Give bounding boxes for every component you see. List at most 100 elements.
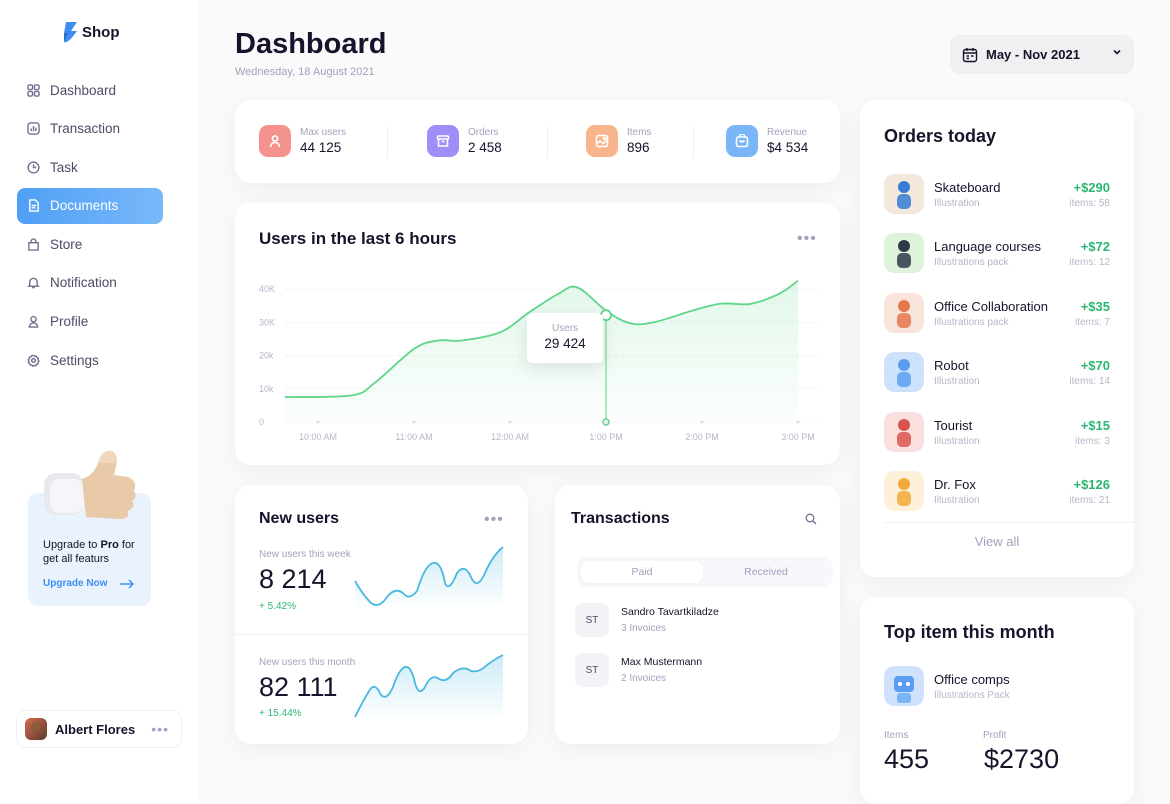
sidebar-item-dashboard[interactable]: Dashboard (17, 72, 163, 108)
robot-icon (884, 352, 924, 393)
language-courses-illustration-icon (884, 233, 924, 274)
x-tick-label: 3:00 PM (781, 432, 815, 442)
transaction-row[interactable]: ST Sandro Tavartkiladze 3 Invoices (575, 603, 719, 637)
items-value: 455 (884, 744, 930, 774)
upgrade-pro-word: Pro (100, 539, 119, 551)
stat-value: 44 125 (300, 140, 342, 155)
transaction-row[interactable]: ST Max Mustermann 2 Invoices (575, 653, 702, 687)
order-items: items: 3 (1074, 435, 1110, 447)
x-tick-mark (604, 420, 608, 424)
date-range-picker[interactable]: May - Nov 2021 (950, 35, 1134, 74)
transactions-card: Transactions Paid Received ST Sandro Tav… (555, 485, 840, 744)
logo-text: Shop (82, 23, 120, 41)
sidebar-nav: Dashboard Transaction Task Documents Sto… (17, 72, 163, 381)
transaction-name: Sandro Tavartkiladze (621, 606, 719, 618)
x-tick-label: 12:00 AM (491, 432, 529, 442)
order-items: items: 21 (1069, 495, 1110, 506)
initials-badge: ST (575, 603, 609, 637)
top-item-name: Office comps (934, 672, 1010, 687)
x-tick-mark (796, 420, 800, 424)
y-tick-label: 10k (259, 384, 274, 394)
user-icon (28, 315, 39, 328)
tab-paid[interactable]: Paid (581, 561, 703, 583)
x-tick-label: 11:00 AM (395, 432, 432, 442)
search-icon[interactable] (805, 513, 817, 525)
upgrade-now-link[interactable]: Upgrade Now (43, 578, 135, 589)
order-row[interactable]: Dr. Fox Illustration +$126 items: 21 (884, 471, 1110, 515)
new-users-week-growth: + 5.42% (259, 601, 296, 612)
sidebar-item-documents[interactable]: Documents (17, 187, 163, 224)
stat-value: 896 (627, 140, 650, 155)
order-price: +$72 (1080, 239, 1110, 255)
sidebar-item-label: Settings (50, 352, 99, 368)
stat-max-users: Max users 44 125 (259, 125, 346, 157)
divider (884, 522, 1134, 523)
thumbs-up-illustration-icon (44, 450, 136, 519)
order-type: Illustration (934, 198, 980, 209)
new-users-month-growth: + 15.44% (259, 708, 302, 719)
chevron-down-icon (1113, 49, 1121, 55)
divider (235, 634, 528, 635)
sidebar-item-label: Profile (50, 314, 89, 330)
order-type: Illustrations pack (934, 257, 1009, 269)
y-tick-label: 0 (259, 417, 264, 427)
stat-label: Orders (468, 127, 499, 138)
order-row[interactable]: Skateboard Illustration +$290 items: 58 (884, 174, 1110, 218)
user-icon (259, 125, 291, 157)
users-chart-card: Users in the last 6 hours ••• 40K 30K 20k 1… (235, 203, 840, 465)
sidebar-item-notification[interactable]: Notification (17, 265, 163, 301)
upgrade-text-line1: Upgrade to (43, 539, 101, 551)
upgrade-text-line2: get all featurs (43, 553, 110, 565)
y-tick-label: 40K (259, 284, 275, 294)
divider (387, 127, 388, 159)
new-users-month-label: New users this month (259, 657, 356, 668)
order-row[interactable]: Language courses Illustrations pack +$72 it… (884, 233, 1110, 277)
order-name: Language courses (934, 239, 1041, 255)
orders-today-card: Orders today Skateboard Illustration +$290… (860, 100, 1134, 577)
order-price: +$15 (1080, 417, 1110, 433)
stat-label: Items (627, 127, 652, 138)
user-profile-chip[interactable]: Albert Flores ••• (16, 710, 182, 748)
tooltip-value: 29 424 (544, 336, 586, 351)
stat-revenue: Revenue $4 534 (726, 125, 808, 157)
logo[interactable]: Shop (62, 20, 120, 44)
sidebar-item-profile[interactable]: Profile (17, 304, 163, 340)
sidebar-item-settings[interactable]: Settings (17, 342, 163, 378)
sidebar-item-transaction[interactable]: Transaction (17, 111, 163, 147)
fox-illustration-icon (884, 471, 924, 511)
order-type: Illustrations pack (934, 316, 1009, 328)
archive-icon (427, 125, 459, 157)
calendar-icon (962, 47, 978, 62)
tourist-illustration-icon (884, 411, 924, 452)
y-tick-label: 30K (259, 317, 275, 327)
x-tick-mark (412, 420, 416, 424)
more-dots-icon[interactable]: ••• (484, 511, 504, 529)
x-tick-mark (700, 420, 704, 424)
transaction-sub: 2 Invoices (621, 673, 667, 684)
order-type: Illustration (934, 495, 980, 506)
order-row[interactable]: Office Collaboration Illustrations pack +$… (884, 292, 1110, 337)
stat-value: 2 458 (468, 140, 502, 155)
page-title: Dashboard (235, 28, 387, 60)
grid-icon (27, 83, 40, 97)
sidebar-item-store[interactable]: Store (17, 226, 163, 262)
profit-value: $2730 (984, 744, 1060, 774)
stat-value: $4 534 (767, 140, 809, 155)
order-row[interactable]: Robot Illustration +$70 items: 14 (884, 352, 1110, 396)
arrow-right-icon (120, 579, 135, 588)
order-row[interactable]: Tourist Illustration +$15 items: 3 (884, 411, 1110, 456)
new-users-week-label: New users this week (259, 549, 351, 560)
order-price: +$290 (1073, 180, 1110, 195)
new-users-card: New users ••• New users this week 8 214 … (235, 485, 528, 744)
view-all-link[interactable]: View all (860, 534, 1134, 549)
tab-received[interactable]: Received (705, 561, 827, 583)
x-tick-label: 10:00 AM (299, 432, 337, 442)
more-dots-icon[interactable]: ••• (151, 721, 169, 737)
sidebar-item-task[interactable]: Task (17, 149, 163, 185)
top-item-row[interactable]: Office comps Illustrations Pack (884, 666, 1110, 710)
items-label: Items (884, 730, 909, 741)
stats-card: Max users 44 125 Orders 2 458 Items 896 Rev… (235, 100, 840, 183)
profit-label: Profit (983, 730, 1007, 741)
sidebar: Shop Dashboard Transaction Task Document… (0, 0, 199, 804)
order-items: items: 14 (1069, 376, 1110, 388)
